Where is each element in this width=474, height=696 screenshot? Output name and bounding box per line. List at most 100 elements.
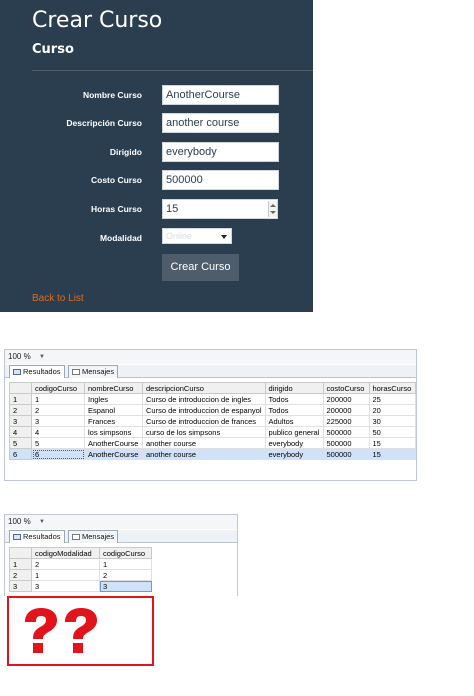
- table-row-selected[interactable]: 6 6 AnotherCourse another course everybo…: [9, 448, 416, 460]
- dirigido-input[interactable]: [162, 142, 279, 162]
- row-number[interactable]: 3: [9, 580, 32, 592]
- costo-curso-label: Costo Curso: [91, 175, 142, 185]
- row-number[interactable]: 6: [9, 448, 32, 460]
- table-row[interactable]: 1 1 Ingles Curso de introduccion de ingl…: [9, 393, 416, 405]
- grid-icon: [13, 534, 21, 540]
- row-number[interactable]: 3: [9, 415, 32, 427]
- column-header[interactable]: costoCurso: [322, 382, 370, 394]
- cell[interactable]: everybody: [264, 448, 324, 460]
- cell[interactable]: everybody: [264, 437, 324, 449]
- costo-curso-input[interactable]: [162, 170, 279, 190]
- spin-up-icon[interactable]: [270, 204, 276, 207]
- tab-mensajes[interactable]: Mensajes: [68, 365, 119, 378]
- column-header[interactable]: codigoModalidad: [31, 547, 100, 559]
- cell[interactable]: 500000: [322, 437, 370, 449]
- cell[interactable]: 500000: [322, 426, 370, 438]
- cell[interactable]: 2: [31, 404, 85, 416]
- cell[interactable]: AnotherCourse: [84, 448, 143, 460]
- cell[interactable]: Adultos: [264, 415, 324, 427]
- cell[interactable]: another course: [142, 448, 266, 460]
- row-number[interactable]: 4: [9, 426, 32, 438]
- table-row[interactable]: 2 2 Espanol Curso de introduccion de esp…: [9, 404, 416, 416]
- table-row[interactable]: 2 1 2: [9, 569, 152, 581]
- cell[interactable]: 6: [31, 448, 85, 460]
- table-row[interactable]: 3 3 Frances Curso de introduccion de fra…: [9, 415, 416, 427]
- cell[interactable]: 20: [368, 404, 416, 416]
- cell[interactable]: Espanol: [84, 404, 143, 416]
- modalidad-table: codigoModalidad codigoCurso 1 2 1 2 1 2 …: [9, 547, 152, 592]
- field-row-nombre: Nombre Curso: [0, 85, 313, 107]
- table-row[interactable]: 1 2 1: [9, 558, 152, 570]
- row-number[interactable]: 1: [9, 558, 32, 570]
- cell[interactable]: 3: [31, 415, 85, 427]
- cell[interactable]: AnotherCourse: [84, 437, 143, 449]
- cell[interactable]: 1: [31, 393, 85, 405]
- cell[interactable]: 3: [31, 580, 100, 592]
- row-number[interactable]: 2: [9, 404, 32, 416]
- cell[interactable]: Todos: [264, 404, 324, 416]
- cell[interactable]: 15: [368, 448, 416, 460]
- row-number[interactable]: 2: [9, 569, 32, 581]
- chevron-down-icon[interactable]: ▼: [39, 354, 45, 360]
- cell[interactable]: 5: [31, 437, 85, 449]
- results-tabs: Resultados Mensajes: [5, 365, 416, 378]
- cell[interactable]: 225000: [322, 415, 370, 427]
- zoom-level[interactable]: 100 %: [8, 517, 31, 526]
- cell[interactable]: 2: [99, 569, 152, 581]
- tab-resultados[interactable]: Resultados: [9, 530, 65, 543]
- cell[interactable]: 500000: [322, 448, 370, 460]
- cell[interactable]: Curso de introduccion de ingles: [142, 393, 266, 405]
- cell[interactable]: 25: [368, 393, 416, 405]
- cell[interactable]: 200000: [322, 393, 370, 405]
- column-header[interactable]: codigoCurso: [31, 382, 85, 394]
- chevron-down-icon: [221, 235, 227, 239]
- chevron-down-icon[interactable]: ▼: [39, 519, 45, 525]
- crear-curso-button[interactable]: Crear Curso: [162, 254, 239, 281]
- descripcion-curso-input[interactable]: [162, 113, 279, 133]
- cell[interactable]: Curso de introduccion de frances: [142, 415, 266, 427]
- cell[interactable]: 200000: [322, 404, 370, 416]
- field-row-descripcion: Descripción Curso: [0, 113, 313, 135]
- cell[interactable]: 15: [368, 437, 416, 449]
- corner-cell[interactable]: [9, 382, 32, 394]
- cell[interactable]: Ingles: [84, 393, 143, 405]
- column-header[interactable]: codigoCurso: [99, 547, 152, 559]
- back-to-list-link[interactable]: Back to List: [32, 293, 84, 304]
- column-header[interactable]: nombreCurso: [84, 382, 143, 394]
- results-pane-cursos: 100 % ▼ Resultados Mensajes codigoCurso …: [4, 349, 417, 481]
- cell[interactable]: publico general: [264, 426, 324, 438]
- cell[interactable]: 1: [99, 558, 152, 570]
- tab-mensajes[interactable]: Mensajes: [68, 530, 119, 543]
- cell[interactable]: Frances: [84, 415, 143, 427]
- column-header[interactable]: descripcionCurso: [142, 382, 266, 394]
- results-grid: codigoCurso nombreCurso descripcionCurso…: [9, 382, 416, 460]
- column-header[interactable]: dirigido: [264, 382, 324, 394]
- table-row[interactable]: 4 4 los simpsons curso de los simpsons p…: [9, 426, 416, 438]
- cell[interactable]: los simpsons: [84, 426, 143, 438]
- zoom-level[interactable]: 100 %: [8, 352, 31, 361]
- cell-selected[interactable]: 3: [99, 580, 152, 592]
- nombre-curso-input[interactable]: [162, 85, 279, 105]
- cell[interactable]: Curso de introduccion de espanyol: [142, 404, 266, 416]
- table-row[interactable]: 5 5 AnotherCourse another course everybo…: [9, 437, 416, 449]
- modalidad-select[interactable]: Online: [162, 228, 232, 244]
- horas-curso-input[interactable]: [162, 199, 278, 219]
- field-row-modalidad: Modalidad Online: [0, 228, 313, 250]
- cell[interactable]: 4: [31, 426, 85, 438]
- spin-down-icon[interactable]: [270, 211, 276, 214]
- cell[interactable]: 1: [31, 569, 100, 581]
- cell[interactable]: curso de los simpsons: [142, 426, 266, 438]
- cell[interactable]: another course: [142, 437, 266, 449]
- cell[interactable]: 30: [368, 415, 416, 427]
- row-number[interactable]: 5: [9, 437, 32, 449]
- cell[interactable]: Todos: [264, 393, 324, 405]
- table-row[interactable]: 3 3 3: [9, 580, 152, 592]
- row-number[interactable]: 1: [9, 393, 32, 405]
- cell[interactable]: 50: [368, 426, 416, 438]
- column-header[interactable]: horasCurso: [368, 382, 416, 394]
- field-row-costo: Costo Curso: [0, 170, 313, 192]
- corner-cell[interactable]: [9, 547, 32, 559]
- cell[interactable]: 2: [31, 558, 100, 570]
- tab-resultados[interactable]: Resultados: [9, 365, 65, 378]
- horas-spinner[interactable]: [268, 201, 277, 217]
